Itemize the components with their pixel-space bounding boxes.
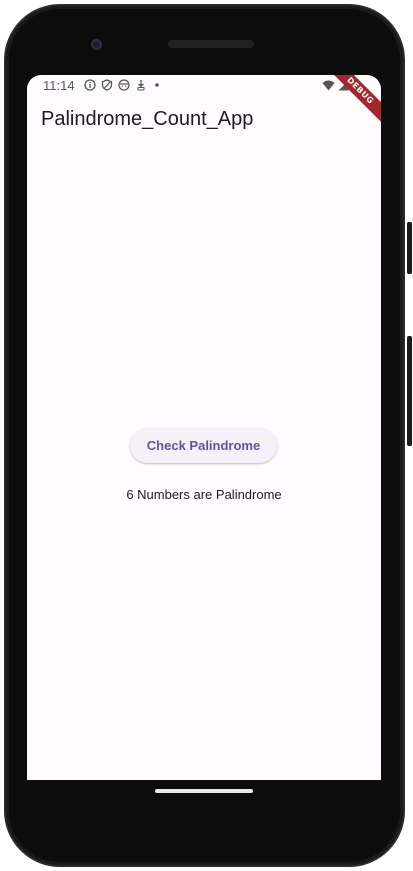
check-palindrome-button[interactable]: Check Palindrome bbox=[130, 428, 277, 463]
power-button bbox=[407, 222, 412, 274]
info-icon bbox=[84, 79, 96, 91]
app-screen: 11:14 DEBUG Palindrome_Count_App Check P… bbox=[27, 75, 381, 780]
download-icon bbox=[135, 79, 147, 91]
earpiece-speaker bbox=[168, 40, 254, 48]
status-bar: 11:14 DEBUG bbox=[27, 75, 381, 127]
app-bar-title: Palindrome_Count_App bbox=[41, 108, 254, 130]
notification-icons bbox=[84, 79, 162, 91]
home-gesture-bar[interactable] bbox=[155, 789, 253, 793]
wifi-icon bbox=[322, 80, 335, 91]
palindrome-result-text: 6 Numbers are Palindrome bbox=[126, 487, 282, 502]
front-camera bbox=[91, 39, 102, 50]
dot-icon bbox=[152, 79, 162, 91]
shield-icon bbox=[101, 79, 113, 91]
face-icon bbox=[118, 79, 130, 91]
volume-button bbox=[407, 336, 412, 446]
status-time: 11:14 bbox=[43, 78, 75, 93]
